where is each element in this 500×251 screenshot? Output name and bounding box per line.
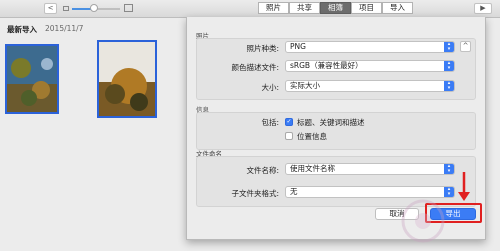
include-label: 包括: <box>261 118 279 127</box>
include-location-label: 位置信息 <box>297 132 327 141</box>
photo-image <box>7 46 57 112</box>
color-profile-label: 颜色描述文件: <box>231 63 279 72</box>
toolbar: < 照片 共享 相簿 项目 导入 ▶ <box>0 0 500 18</box>
size-label: 大小: <box>261 83 279 92</box>
select-arrows-icon: ▴ ▾ <box>444 164 454 174</box>
zoom-out-icon <box>63 6 69 11</box>
chevron-up-icon: ^ <box>462 42 469 50</box>
info-settings-group: 包括: ✓ 标题、关键词和描述 位置信息 <box>196 112 476 150</box>
size-select[interactable]: 实际大小 ▴ ▾ <box>285 80 455 92</box>
filename-select[interactable]: 使用文件名称 ▴ ▾ <box>285 163 455 175</box>
zoom-in-icon <box>124 4 133 12</box>
tab-albums[interactable]: 相簿 <box>320 2 351 14</box>
photo-image <box>99 42 155 116</box>
tab-photos[interactable]: 照片 <box>258 2 289 14</box>
select-arrows-icon: ▴ ▾ <box>444 187 454 197</box>
red-down-arrow-annotation <box>458 172 470 201</box>
select-arrows-icon: ▴ ▾ <box>444 42 454 52</box>
chevron-left-icon: < <box>47 4 54 12</box>
filename-label: 文件名称: <box>246 166 279 175</box>
photo-thumbnail-2[interactable] <box>97 40 157 118</box>
photo-type-select[interactable]: PNG ▴ ▾ <box>285 41 455 53</box>
collapse-button[interactable]: ^ <box>460 41 471 52</box>
slideshow-button[interactable]: ▶ <box>474 3 492 14</box>
back-button[interactable]: < <box>44 3 57 14</box>
section-title: 最新导入 <box>7 25 37 34</box>
tab-projects[interactable]: 项目 <box>351 2 382 14</box>
select-arrows-icon: ▴ ▾ <box>444 61 454 71</box>
tab-import[interactable]: 导入 <box>382 2 413 14</box>
play-icon: ▶ <box>480 4 486 12</box>
watermark-logo <box>401 199 445 243</box>
include-location-checkbox[interactable] <box>285 132 293 140</box>
include-title-keywords-label: 标题、关键词和描述 <box>297 118 365 127</box>
subfolder-select[interactable]: 无 ▴ ▾ <box>285 186 455 198</box>
color-profile-select[interactable]: sRGB（兼容性最好） ▴ ▾ <box>285 60 455 72</box>
photo-type-label: 照片种类: <box>246 44 279 53</box>
zoom-slider-knob[interactable] <box>89 4 98 12</box>
select-arrows-icon: ▴ ▾ <box>444 81 454 91</box>
checkmark-icon: ✓ <box>286 118 292 125</box>
import-date: 2015/11/7 <box>45 24 84 33</box>
photo-settings-group: 照片种类: PNG ▴ ▾ ^ 颜色描述文件: sRGB（兼容性最好） ▴ ▾ 大小… <box>196 38 476 100</box>
photo-thumbnail-1[interactable] <box>5 44 59 114</box>
subfolder-label: 子文件夹格式: <box>231 189 279 198</box>
tab-shared[interactable]: 共享 <box>289 2 320 14</box>
include-title-keywords-checkbox[interactable]: ✓ <box>285 118 293 126</box>
